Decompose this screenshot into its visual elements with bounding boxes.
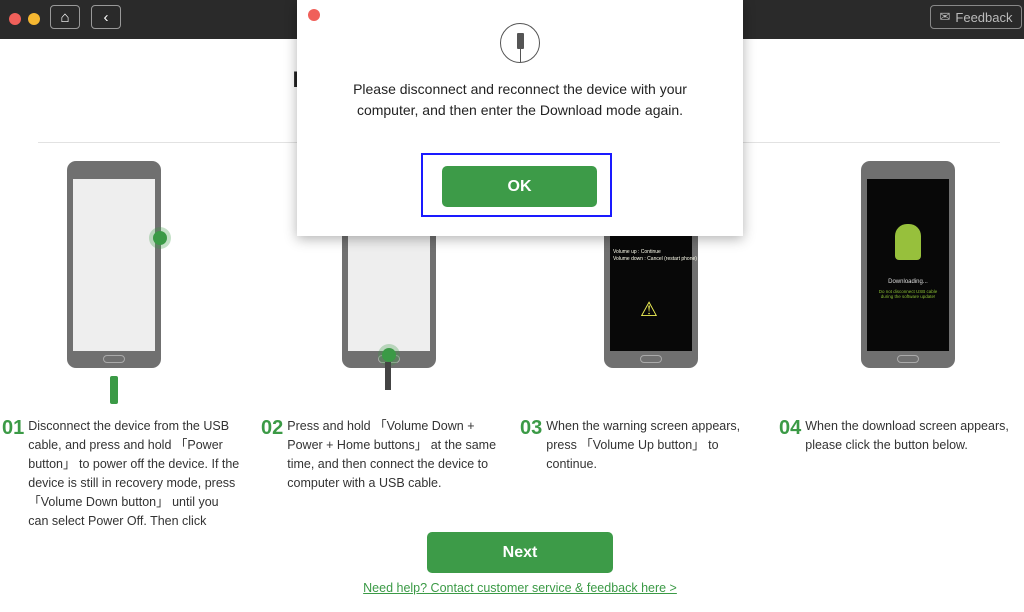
chevron-left-icon: ‹: [103, 8, 109, 26]
dialog-close-button[interactable]: [308, 9, 320, 21]
home-button-indicator: [382, 348, 396, 362]
back-button[interactable]: ‹: [91, 5, 121, 29]
mail-icon: ✉: [939, 9, 951, 24]
step-1: 01 Disconnect the device from the USB cab…: [2, 417, 240, 525]
feedback-button[interactable]: ✉ Feedback: [930, 5, 1022, 29]
usb-cable-icon: [500, 23, 540, 63]
step-4: 04 When the download screen appears, plea…: [779, 417, 1009, 452]
power-button-indicator: [153, 231, 167, 245]
reconnect-dialog: Please disconnect and reconnect the devi…: [297, 0, 743, 236]
home-icon: ⌂: [60, 8, 70, 26]
android-icon: [895, 224, 921, 260]
home-button[interactable]: ⌂: [50, 5, 80, 29]
next-button[interactable]: Next: [427, 532, 613, 573]
step-3: 03 When the warning screen appears, press…: [520, 417, 741, 471]
phone-illustration-1: [67, 161, 161, 368]
usb-cable-icon: [385, 362, 391, 390]
dialog-message: Please disconnect and reconnect the devi…: [353, 81, 687, 118]
step-2: 02 Press and hold 「Volume Down + Power + …: [261, 417, 497, 490]
usb-cable-icon: [110, 376, 118, 404]
help-link[interactable]: Need help? Contact customer service & fe…: [0, 581, 1024, 595]
window-minimize-button[interactable]: [28, 13, 40, 25]
phone-illustration-4: Downloading... Do not disconnect USB cab…: [861, 161, 955, 368]
window-close-button[interactable]: [9, 13, 21, 25]
warning-icon: ⚠: [640, 299, 658, 321]
ok-button[interactable]: OK: [442, 166, 597, 207]
